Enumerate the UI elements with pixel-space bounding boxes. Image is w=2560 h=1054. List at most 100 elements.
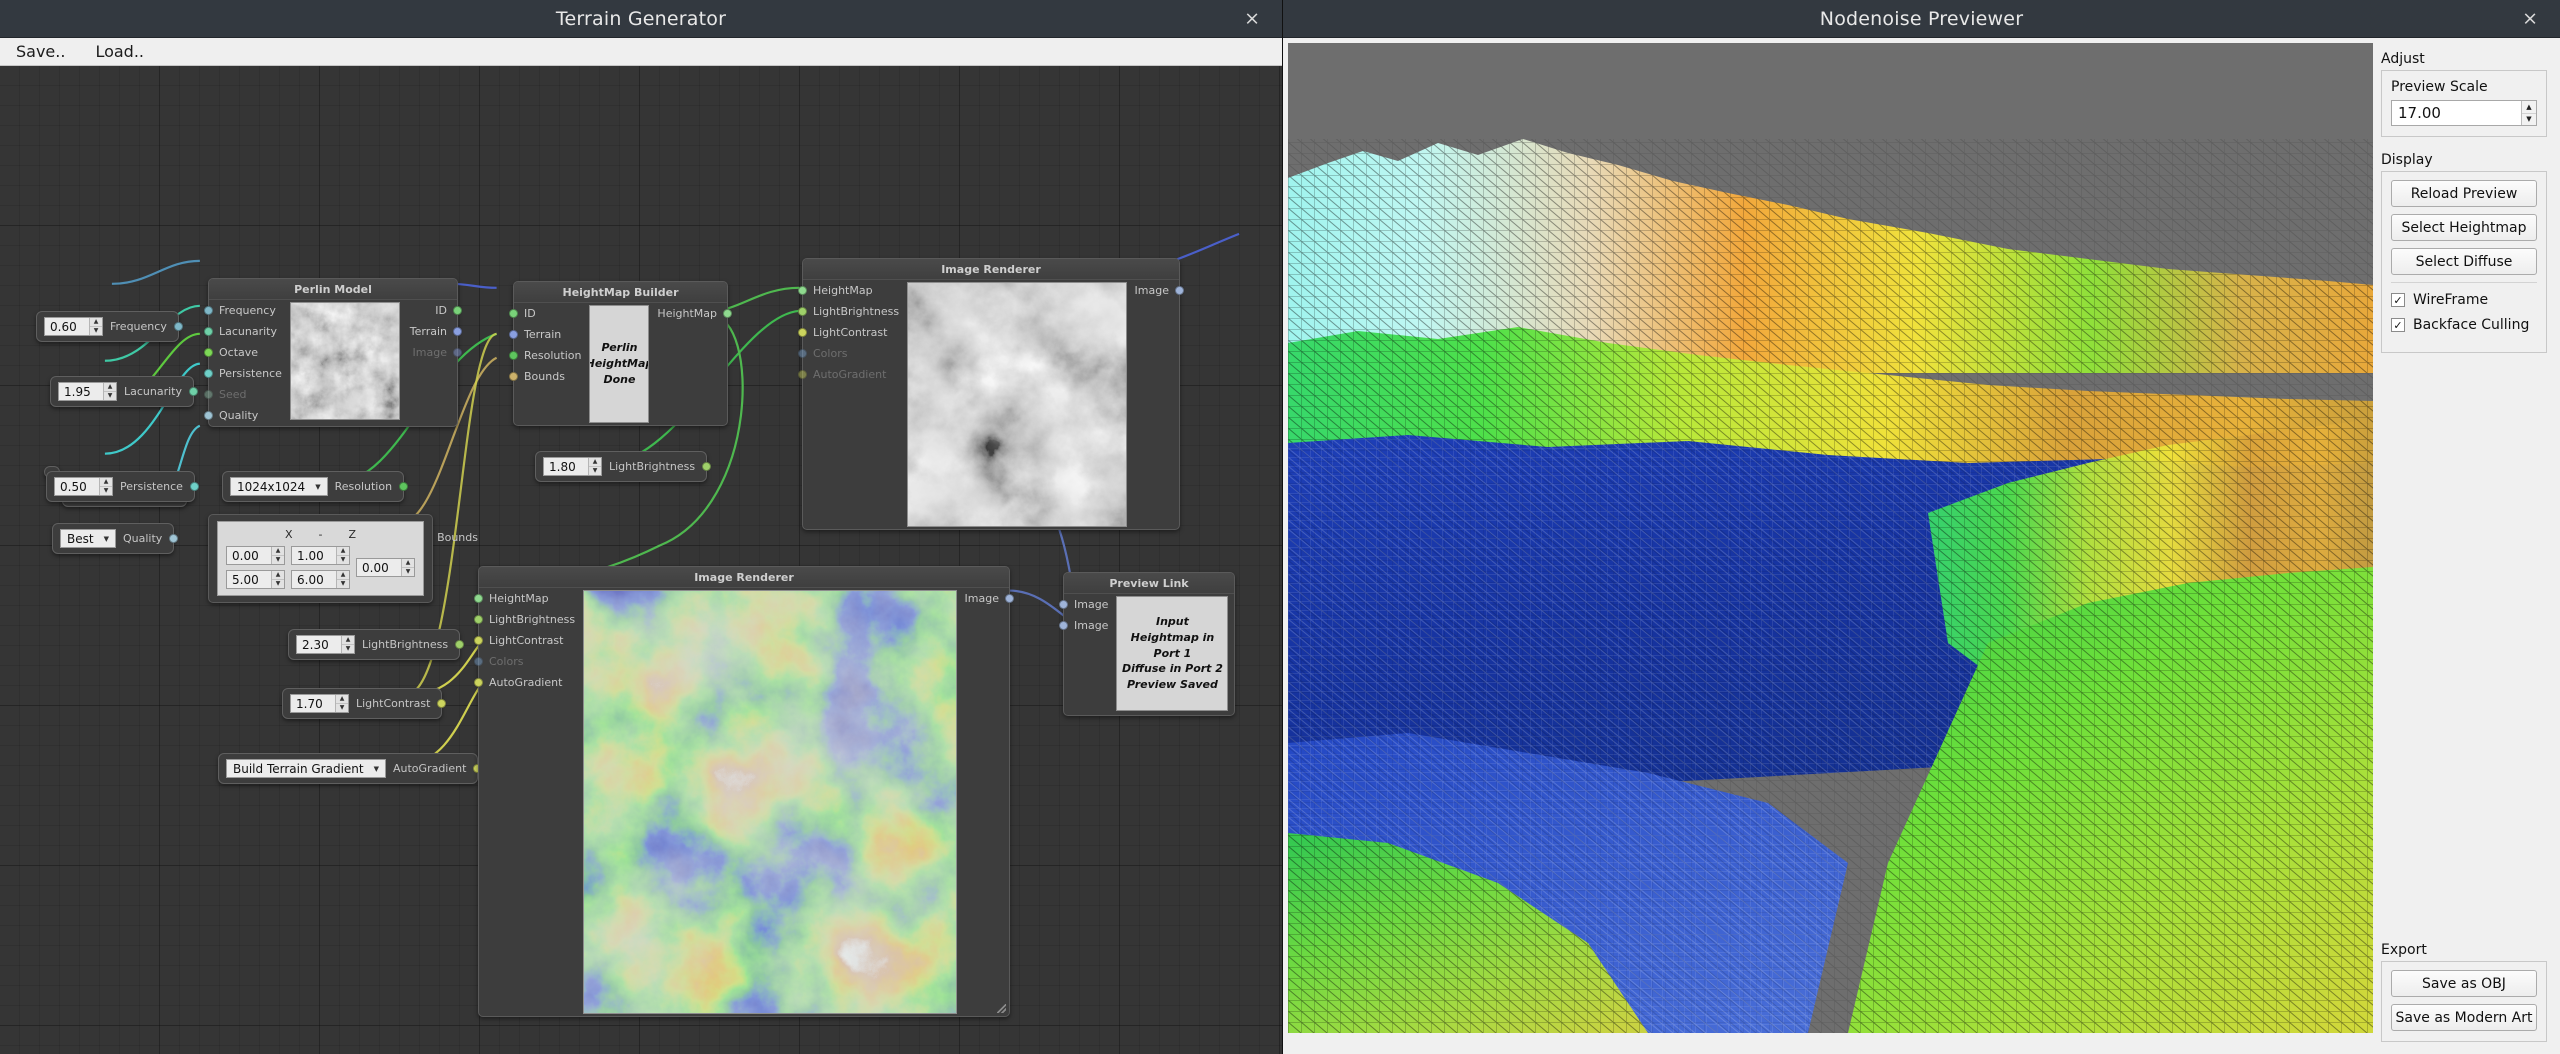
bounds-z-max-up-icon[interactable]: ▲ <box>337 571 349 580</box>
persistence-stepper[interactable]: ▲▼ <box>54 477 113 496</box>
bounds-x-min-down-icon[interactable]: ▼ <box>272 556 284 564</box>
port-seed[interactable]: Seed <box>204 384 290 405</box>
param-node-frequency[interactable]: ▲▼ Frequency <box>36 311 183 342</box>
persistence-output-port[interactable] <box>189 482 199 491</box>
persistence-down-icon[interactable]: ▼ <box>100 487 112 495</box>
bounds-x-min-up-icon[interactable]: ▲ <box>272 547 284 556</box>
lacunarity-input[interactable] <box>59 383 103 400</box>
port-bounds[interactable]: Bounds <box>509 366 589 387</box>
bounds-z-min-input[interactable] <box>292 547 336 564</box>
quality-output-port[interactable] <box>169 534 179 543</box>
port-autogradient[interactable]: AutoGradient <box>474 672 583 693</box>
port-terrain[interactable]: Terrain <box>402 321 462 342</box>
lightcontrast-output-port[interactable] <box>437 699 447 708</box>
port-image[interactable]: Image <box>1127 280 1184 301</box>
node-heightmap-builder[interactable]: HeightMap Builder ID Terrain Resolution … <box>509 281 732 426</box>
bounds-z-min-arrows[interactable]: ▲ ▼ <box>336 547 349 564</box>
frequency-up-icon[interactable]: ▲ <box>90 318 102 327</box>
port-colors[interactable]: Colors <box>798 343 907 364</box>
lacunarity-output-port[interactable] <box>189 387 199 396</box>
backface-culling-checkbox-row[interactable]: ✓ Backface Culling <box>2391 317 2537 333</box>
port-persistence[interactable]: Persistence <box>204 363 290 384</box>
preview-scale-stepper[interactable]: ▲ ▼ <box>2391 100 2537 126</box>
chevron-down-icon[interactable]: ▼ <box>315 483 320 491</box>
port-lightbrightness[interactable]: LightBrightness <box>798 301 907 322</box>
reload-preview-button[interactable]: Reload Preview <box>2391 180 2537 207</box>
lightcontrast-arrows[interactable]: ▲ ▼ <box>335 695 348 712</box>
bounds-extra-up-icon[interactable]: ▲ <box>402 559 414 568</box>
menu-item-load[interactable]: Load.. <box>91 40 148 63</box>
bounds-x-min-input[interactable] <box>227 547 271 564</box>
port-lightbrightness[interactable]: LightBrightness <box>474 609 583 630</box>
port-terrain[interactable]: Terrain <box>509 324 589 345</box>
resize-handle[interactable] <box>997 1004 1006 1013</box>
bounds-x-min-stepper[interactable]: ▲▼ <box>226 546 285 565</box>
preview-scale-down-icon[interactable]: ▼ <box>2522 114 2536 126</box>
frequency-arrows[interactable]: ▲ ▼ <box>89 318 102 335</box>
preview-scale-input[interactable] <box>2392 101 2521 125</box>
port-resolution[interactable]: Resolution <box>509 345 589 366</box>
port-colors[interactable]: Colors <box>474 651 583 672</box>
lightbrightness-1-arrows[interactable]: ▲ ▼ <box>588 458 601 475</box>
bounds-extra-input[interactable] <box>357 559 401 576</box>
lightbrightness-1-output-port[interactable] <box>702 462 712 471</box>
node-image-renderer-2[interactable]: Image Renderer HeightMap LightBrightness… <box>474 566 1014 1017</box>
bounds-z-min-stepper[interactable]: ▲▼ <box>291 546 350 565</box>
port-id[interactable]: ID <box>427 300 462 321</box>
lightcontrast-down-icon[interactable]: ▼ <box>336 704 348 712</box>
close-icon[interactable]: × <box>2516 7 2544 30</box>
param-node-lightbrightness-2[interactable]: ▲▼ LightBrightness <box>288 629 465 660</box>
close-icon[interactable]: × <box>1238 7 1266 30</box>
port-lightcontrast[interactable]: LightContrast <box>474 630 583 651</box>
bounds-z-max-stepper[interactable]: ▲▼ <box>291 570 350 589</box>
lightcontrast-input[interactable] <box>291 695 335 712</box>
lacunarity-arrows[interactable]: ▲ ▼ <box>103 383 116 400</box>
port-lacunarity[interactable]: Lacunarity <box>204 321 290 342</box>
save-as-obj-button[interactable]: Save as OBJ <box>2391 970 2537 997</box>
select-diffuse-button[interactable]: Select Diffuse <box>2391 248 2537 275</box>
port-frequency[interactable]: Frequency <box>204 300 290 321</box>
lightbrightness-2-output-port[interactable] <box>455 640 465 649</box>
save-as-modern-art-button[interactable]: Save as Modern Art <box>2391 1004 2537 1031</box>
backface-culling-checkbox[interactable]: ✓ <box>2391 318 2405 332</box>
port-image[interactable]: Image <box>957 588 1014 609</box>
wireframe-checkbox[interactable]: ✓ <box>2391 293 2405 307</box>
lightbrightness-2-arrows[interactable]: ▲ ▼ <box>341 636 354 653</box>
resolution-select[interactable]: 1024x1024 ▼ <box>230 477 328 496</box>
resolution-output-port[interactable] <box>399 482 409 491</box>
bounds-z-max-input[interactable] <box>292 571 336 588</box>
lightbrightness-2-down-icon[interactable]: ▼ <box>342 645 354 653</box>
bounds-extra-arrows[interactable]: ▲ ▼ <box>401 559 414 576</box>
port-heightmap[interactable]: HeightMap <box>649 303 732 324</box>
chevron-down-icon[interactable]: ▼ <box>374 765 379 773</box>
bounds-z-min-down-icon[interactable]: ▼ <box>337 556 349 564</box>
preview-scale-up-icon[interactable]: ▲ <box>2522 101 2536 114</box>
bounds-x-max-arrows[interactable]: ▲ ▼ <box>271 571 284 588</box>
lightbrightness-2-input[interactable] <box>297 636 341 653</box>
chevron-down-icon[interactable]: ▼ <box>104 535 109 543</box>
preview-scale-arrows[interactable]: ▲ ▼ <box>2521 101 2536 125</box>
select-heightmap-button[interactable]: Select Heightmap <box>2391 214 2537 241</box>
port-heightmap[interactable]: HeightMap <box>798 280 907 301</box>
lightcontrast-stepper[interactable]: ▲▼ <box>290 694 349 713</box>
port-quality[interactable]: Quality <box>204 405 290 426</box>
port-id[interactable]: ID <box>509 303 589 324</box>
node-graph-canvas[interactable]: ▲▼ Frequency ▲▼ Lacunarity ▲▼ Octave <box>0 66 1282 1054</box>
param-node-quality[interactable]: Best ▼ Quality <box>52 523 179 554</box>
bounds-x-max-stepper[interactable]: ▲▼ <box>226 570 285 589</box>
lightbrightness-2-stepper[interactable]: ▲▼ <box>296 635 355 654</box>
port-octave[interactable]: Octave <box>204 342 290 363</box>
bounds-z-max-down-icon[interactable]: ▼ <box>337 580 349 588</box>
persistence-arrows[interactable]: ▲ ▼ <box>99 478 112 495</box>
lightbrightness-2-up-icon[interactable]: ▲ <box>342 636 354 645</box>
node-perlin-model[interactable]: Perlin Model Frequency Lacunarity Octave… <box>204 278 462 427</box>
port-autogradient[interactable]: AutoGradient <box>798 364 907 385</box>
bounds-z-max-arrows[interactable]: ▲ ▼ <box>336 571 349 588</box>
lightbrightness-1-down-icon[interactable]: ▼ <box>589 467 601 475</box>
lacunarity-down-icon[interactable]: ▼ <box>104 392 116 400</box>
bounds-x-max-down-icon[interactable]: ▼ <box>272 580 284 588</box>
param-node-persistence[interactable]: ▲▼ Persistence <box>46 471 199 502</box>
wireframe-checkbox-row[interactable]: ✓ WireFrame <box>2391 292 2537 308</box>
port-heightmap[interactable]: HeightMap <box>474 588 583 609</box>
frequency-stepper[interactable]: ▲▼ <box>44 317 103 336</box>
